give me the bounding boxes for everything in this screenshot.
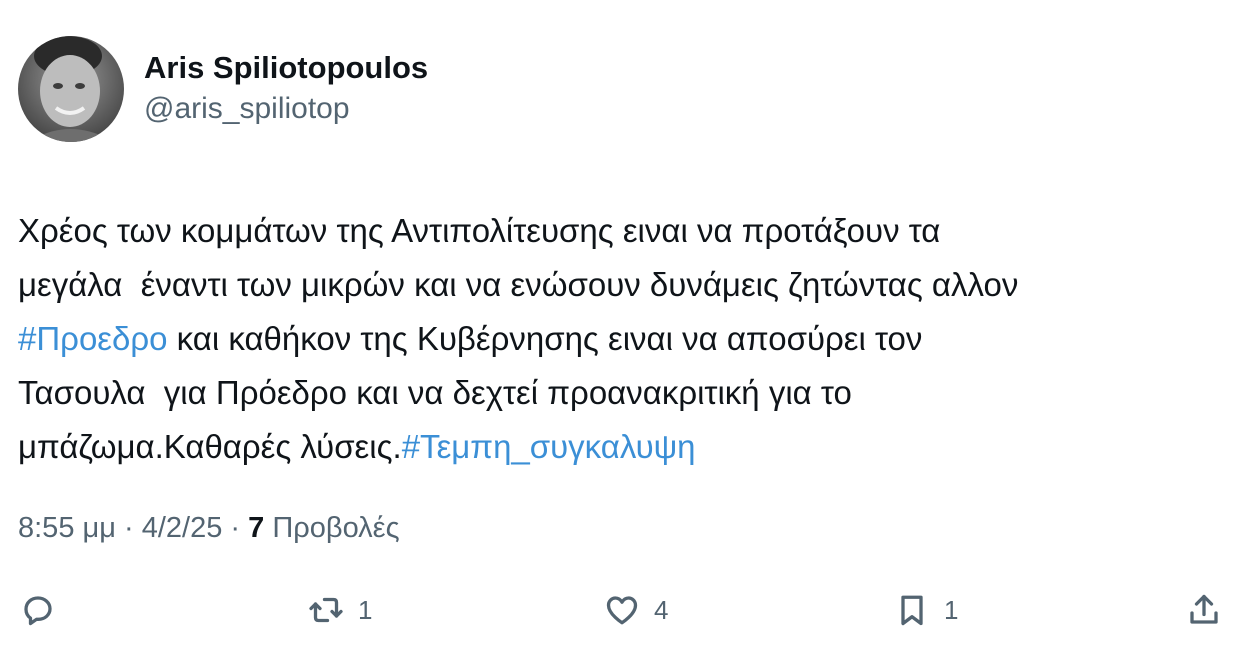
- tweet-text-segment: μπάζωμα.Καθαρές λύσεις.: [18, 428, 402, 465]
- views-label: Προβολές: [264, 512, 400, 544]
- tweet-text-line: μπάζωμα.Καθαρές λύσεις.#Τεμπη_συγκαλυψη: [18, 420, 1218, 474]
- author-handle[interactable]: @aris_spiliotop: [144, 92, 350, 126]
- meta-separator: ·: [115, 512, 142, 544]
- tweet-text: Χρέος των κομμάτων της Αντιπολίτευσης ει…: [18, 204, 1218, 474]
- author-name[interactable]: Aris Spiliotopoulos: [144, 50, 428, 86]
- tweet-meta: 8:55 μμ · 4/2/25 · 7 Προβολές: [18, 512, 400, 545]
- reply-icon: [24, 596, 52, 626]
- retweet-button[interactable]: 1: [308, 588, 372, 632]
- hashtag-link[interactable]: #Προεδρο: [18, 320, 168, 357]
- tweet-date[interactable]: 4/2/25: [142, 512, 223, 544]
- tweet-text-segment: Τασουλα για Πρόεδρο και να δεχτεί προανα…: [18, 374, 852, 411]
- tweet-text-segment: μεγάλα έναντι των μικρών και να ενώσουν …: [18, 266, 1019, 303]
- tweet-text-line: #Προεδρο και καθήκον της Κυβέρνησης εινα…: [18, 312, 1218, 366]
- bookmark-count: 1: [944, 594, 959, 625]
- heart-icon: [606, 596, 638, 625]
- like-count: 4: [654, 594, 669, 625]
- hashtag-link[interactable]: #Τεμπη_συγκαλυψη: [402, 428, 696, 465]
- bookmark-icon: [901, 595, 923, 626]
- tweet-text-line: Χρέος των κομμάτων της Αντιπολίτευσης ει…: [18, 204, 1218, 258]
- share-icon: [1190, 594, 1218, 624]
- tweet-text-line: Τασουλα για Πρόεδρο και να δεχτεί προανα…: [18, 366, 1218, 420]
- share-button[interactable]: [1186, 588, 1222, 632]
- tweet-text-segment: και καθήκον της Κυβέρνησης ειναι να αποσ…: [167, 320, 923, 357]
- like-button[interactable]: 4: [604, 588, 668, 632]
- tweet-time[interactable]: 8:55 μμ: [18, 512, 116, 544]
- retweet-icon: [309, 597, 343, 623]
- tweet-text-line: μεγάλα έναντι των μικρών και να ενώσουν …: [18, 258, 1218, 312]
- bookmark-button[interactable]: 1: [894, 588, 958, 632]
- meta-separator: ·: [222, 512, 249, 544]
- tweet-text-segment: Χρέος των κομμάτων της Αντιπολίτευσης ει…: [18, 212, 941, 249]
- retweet-count: 1: [358, 594, 373, 625]
- views-count: 7: [248, 512, 265, 544]
- reply-button[interactable]: [20, 588, 70, 632]
- avatar[interactable]: [18, 36, 124, 142]
- profile-photo-icon: [18, 36, 124, 142]
